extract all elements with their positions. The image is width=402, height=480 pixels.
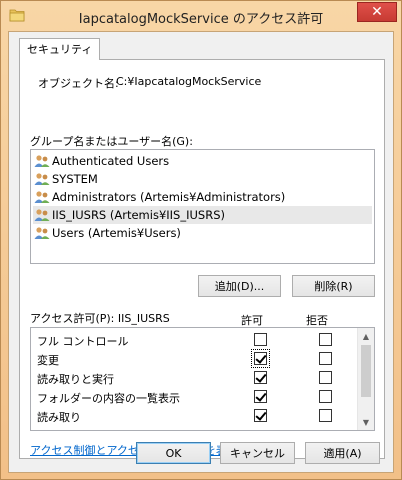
tab-security[interactable]: セキュリティ — [19, 38, 101, 60]
window-title: IapcatalogMockService のアクセス許可 — [78, 12, 324, 27]
group-list-item[interactable]: SYSTEM — [33, 170, 372, 188]
add-button[interactable]: 追加(D)... — [198, 275, 281, 297]
allow-header: 許可 — [241, 314, 263, 327]
group-list-item[interactable]: IIS_IUSRS (Artemis¥IIS_IUSRS) — [33, 206, 372, 224]
groups-listbox[interactable]: Authenticated Users SYSTEM Administrators … — [30, 149, 375, 264]
allow-checkbox[interactable] — [254, 333, 267, 346]
scroll-thumb[interactable] — [361, 345, 371, 397]
users-icon — [34, 173, 50, 185]
object-name-label: オブジェクト名: — [38, 77, 119, 90]
allow-checkbox[interactable] — [254, 409, 267, 422]
deny-checkbox[interactable] — [319, 390, 332, 403]
close-button[interactable]: ✕ — [357, 2, 397, 22]
scroll-up-icon[interactable]: ▲ — [358, 328, 374, 344]
permission-row: 読み取り — [31, 406, 359, 425]
close-icon: ✕ — [371, 4, 383, 20]
permission-row: 変更 — [31, 349, 359, 368]
dialog-window: IapcatalogMockService のアクセス許可 ✕ セキュリティ オ… — [0, 0, 402, 480]
users-icon — [34, 209, 50, 221]
remove-button[interactable]: 削除(R) — [292, 275, 375, 297]
security-panel: オブジェクト名: C:¥IapcatalogMockService グループ名ま… — [19, 59, 385, 459]
users-icon — [34, 191, 50, 203]
group-list-item-label: IIS_IUSRS (Artemis¥IIS_IUSRS) — [52, 208, 225, 222]
permission-row: フォルダーの内容の一覧表示 — [31, 387, 359, 406]
allow-checkbox[interactable] — [254, 390, 267, 403]
groups-label: グループ名またはユーザー名(G): — [30, 135, 193, 148]
permission-name: フォルダーの内容の一覧表示 — [37, 392, 180, 405]
cancel-button[interactable]: キャンセル — [220, 442, 295, 464]
apply-button[interactable]: 適用(A) — [305, 442, 380, 464]
allow-checkbox[interactable] — [251, 349, 270, 368]
group-list-item[interactable]: Authenticated Users — [33, 152, 372, 170]
allow-checkbox[interactable] — [254, 371, 267, 384]
deny-checkbox[interactable] — [319, 409, 332, 422]
group-list-item-label: Authenticated Users — [52, 154, 170, 168]
group-list-item-label: Administrators (Artemis¥Administrators) — [52, 190, 286, 204]
permissions-list: 読み取り フォルダーの内容の一覧表示 読み取りと実行 変更 フル コントロール ▲ ▼ — [30, 327, 375, 431]
permission-name: 読み取りと実行 — [37, 373, 114, 386]
deny-checkbox[interactable] — [319, 333, 332, 346]
group-list-item-label: SYSTEM — [52, 172, 98, 186]
deny-header: 拒否 — [306, 314, 328, 327]
permission-row: 読み取りと実行 — [31, 368, 359, 387]
group-list-item-label: Users (Artemis¥Users) — [52, 226, 181, 240]
permission-name: フル コントロール — [37, 335, 129, 348]
object-name-value: C:¥IapcatalogMockService — [116, 75, 262, 88]
group-list-item[interactable]: Administrators (Artemis¥Administrators) — [33, 188, 372, 206]
scroll-down-icon[interactable]: ▼ — [358, 414, 374, 430]
deny-checkbox[interactable] — [319, 352, 332, 365]
ok-button[interactable]: OK — [136, 442, 211, 464]
permission-name: 読み取り — [37, 411, 81, 424]
users-icon — [34, 155, 50, 167]
permission-name: 変更 — [37, 354, 59, 367]
group-list-item[interactable]: Users (Artemis¥Users) — [33, 224, 372, 242]
title-bar[interactable]: IapcatalogMockService のアクセス許可 ✕ — [1, 1, 401, 31]
dialog-client: セキュリティ オブジェクト名: C:¥IapcatalogMockService… — [8, 31, 394, 473]
permission-row: フル コントロール — [31, 330, 359, 349]
deny-checkbox[interactable] — [319, 371, 332, 384]
users-icon — [34, 227, 50, 239]
permissions-scrollbar[interactable]: ▲ ▼ — [357, 328, 374, 430]
permissions-label: アクセス許可(P): IIS_IUSRS — [30, 312, 170, 325]
